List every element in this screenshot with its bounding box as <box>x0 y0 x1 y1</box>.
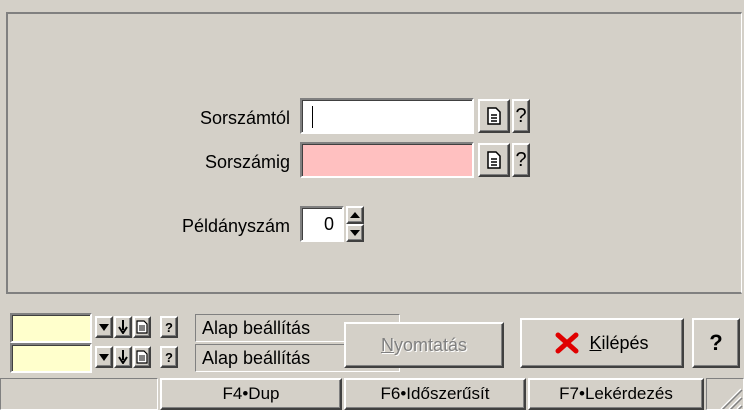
f4-dup-button[interactable]: F4•Dup <box>160 378 342 410</box>
document-icon <box>136 320 148 334</box>
spin-up-icon <box>350 212 360 218</box>
settings-help-1[interactable]: ? <box>160 316 178 338</box>
text-caret <box>312 106 313 128</box>
settings-dropdown-1[interactable] <box>95 316 113 338</box>
peldanyszam-value: 0 <box>323 214 334 234</box>
arrow-down-icon <box>118 350 128 364</box>
sorszamig-label: Sorszámig <box>204 152 290 172</box>
sorszamig-document-button[interactable] <box>478 143 510 177</box>
sorszamtol-help-button[interactable]: ? <box>512 99 530 133</box>
sorszamtol-input[interactable] <box>300 98 474 134</box>
sorszamtol-input-field[interactable] <box>302 100 472 132</box>
settings-document-1[interactable] <box>133 316 151 338</box>
settings-document-2[interactable] <box>133 346 151 368</box>
print-button[interactable]: Nyomtatás <box>344 322 504 368</box>
print-button-label: yomtatás <box>393 334 468 355</box>
help-button[interactable]: ? <box>692 318 740 368</box>
help-icon: ? <box>515 104 527 127</box>
document-icon <box>487 151 501 169</box>
sorszamtol-label: Sorszámtól <box>199 108 290 128</box>
peldanyszam-input[interactable]: 0 <box>300 206 344 242</box>
document-icon <box>487 107 501 125</box>
exit-button-label: ilépés <box>601 332 649 353</box>
f6-refresh-button[interactable]: F6•Időszerűsít <box>344 378 526 410</box>
settings-field-2[interactable] <box>10 343 92 373</box>
peldanyszam-label: Példányszám <box>181 216 290 236</box>
help-icon: ? <box>709 330 723 355</box>
chevron-down-icon <box>99 353 109 361</box>
settings-help-2[interactable]: ? <box>160 346 178 368</box>
spin-up-button[interactable] <box>346 206 364 224</box>
sorszamig-help-button[interactable]: ? <box>512 143 530 177</box>
sorszamig-input[interactable] <box>300 142 474 178</box>
settings-move-down-1[interactable] <box>114 316 132 338</box>
help-icon: ? <box>165 319 173 335</box>
settings-field-1[interactable] <box>10 313 92 343</box>
help-icon: ? <box>165 349 173 365</box>
settings-dropdown-2[interactable] <box>95 346 113 368</box>
help-icon: ? <box>515 148 527 171</box>
close-x-icon <box>555 332 579 354</box>
resize-grip-icon <box>720 388 743 409</box>
sorszamig-input-field[interactable] <box>302 144 472 176</box>
resize-grip[interactable] <box>706 378 744 410</box>
document-icon <box>136 350 148 364</box>
print-button-accel: N <box>380 334 394 355</box>
chevron-down-icon <box>99 323 109 331</box>
status-panel-empty <box>0 378 158 410</box>
arrow-down-icon <box>118 320 128 334</box>
spin-down-button[interactable] <box>346 224 364 242</box>
spin-down-icon <box>350 230 360 236</box>
exit-button[interactable]: Kilépés <box>520 318 684 368</box>
exit-button-accel: K <box>589 332 602 353</box>
f7-query-button[interactable]: F7•Lekérdezés <box>528 378 704 410</box>
sorszamtol-document-button[interactable] <box>478 99 510 133</box>
settings-move-down-2[interactable] <box>114 346 132 368</box>
